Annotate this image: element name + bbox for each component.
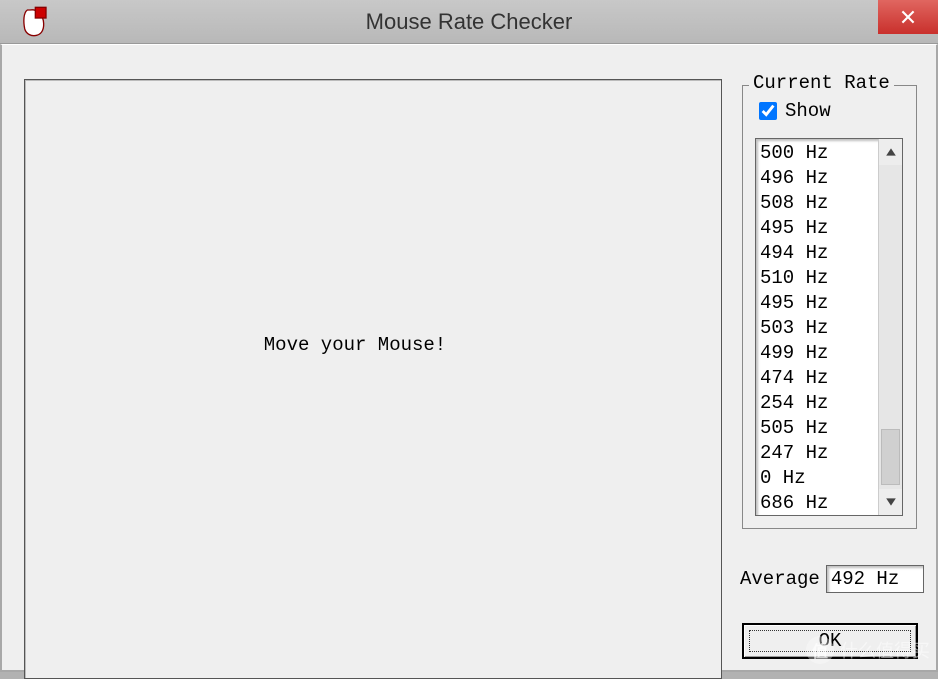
average-row: Average 492 Hz xyxy=(740,565,924,593)
rate-item[interactable]: 686 Hz xyxy=(760,491,874,515)
close-button[interactable] xyxy=(878,0,938,34)
rate-item[interactable]: 500 Hz xyxy=(760,141,874,166)
rate-item[interactable]: 495 Hz xyxy=(760,291,874,316)
rate-item[interactable]: 510 Hz xyxy=(760,266,874,291)
mouse-canvas[interactable]: Move your Mouse! xyxy=(24,79,722,679)
rate-item[interactable]: 247 Hz xyxy=(760,441,874,466)
scroll-thumb[interactable] xyxy=(881,429,900,485)
window-content: Move your Mouse! Current Rate Show 500 H… xyxy=(0,44,938,672)
canvas-message: Move your Mouse! xyxy=(264,334,446,356)
app-icon xyxy=(18,6,50,38)
rate-listbox[interactable]: 500 Hz496 Hz508 Hz495 Hz494 Hz510 Hz495 … xyxy=(755,138,903,516)
scroll-down-button[interactable] xyxy=(879,489,902,515)
rate-item[interactable]: 474 Hz xyxy=(760,366,874,391)
ok-label: OK xyxy=(819,630,842,652)
rate-list-items: 500 Hz496 Hz508 Hz495 Hz494 Hz510 Hz495 … xyxy=(756,139,878,515)
window-title: Mouse Rate Checker xyxy=(366,9,573,35)
average-label: Average xyxy=(740,568,820,590)
rate-item[interactable]: 505 Hz xyxy=(760,416,874,441)
scrollbar[interactable] xyxy=(878,139,902,515)
show-label: Show xyxy=(785,100,831,122)
rate-item[interactable]: 508 Hz xyxy=(760,191,874,216)
rate-item[interactable]: 499 Hz xyxy=(760,341,874,366)
ok-button[interactable]: OK xyxy=(742,623,918,659)
show-checkbox[interactable] xyxy=(759,102,777,120)
rate-item[interactable]: 496 Hz xyxy=(760,166,874,191)
rate-item[interactable]: 494 Hz xyxy=(760,241,874,266)
rate-item[interactable]: 0 Hz xyxy=(760,466,874,491)
titlebar: Mouse Rate Checker xyxy=(0,0,938,44)
scroll-up-button[interactable] xyxy=(879,139,902,165)
current-rate-group: Current Rate Show 500 Hz496 Hz508 Hz495 … xyxy=(742,85,917,529)
show-checkbox-row[interactable]: Show xyxy=(759,100,831,122)
rate-item[interactable]: 503 Hz xyxy=(760,316,874,341)
average-value: 492 Hz xyxy=(826,565,924,593)
rate-item[interactable]: 495 Hz xyxy=(760,216,874,241)
rate-item[interactable]: 254 Hz xyxy=(760,391,874,416)
groupbox-label: Current Rate xyxy=(749,72,894,94)
